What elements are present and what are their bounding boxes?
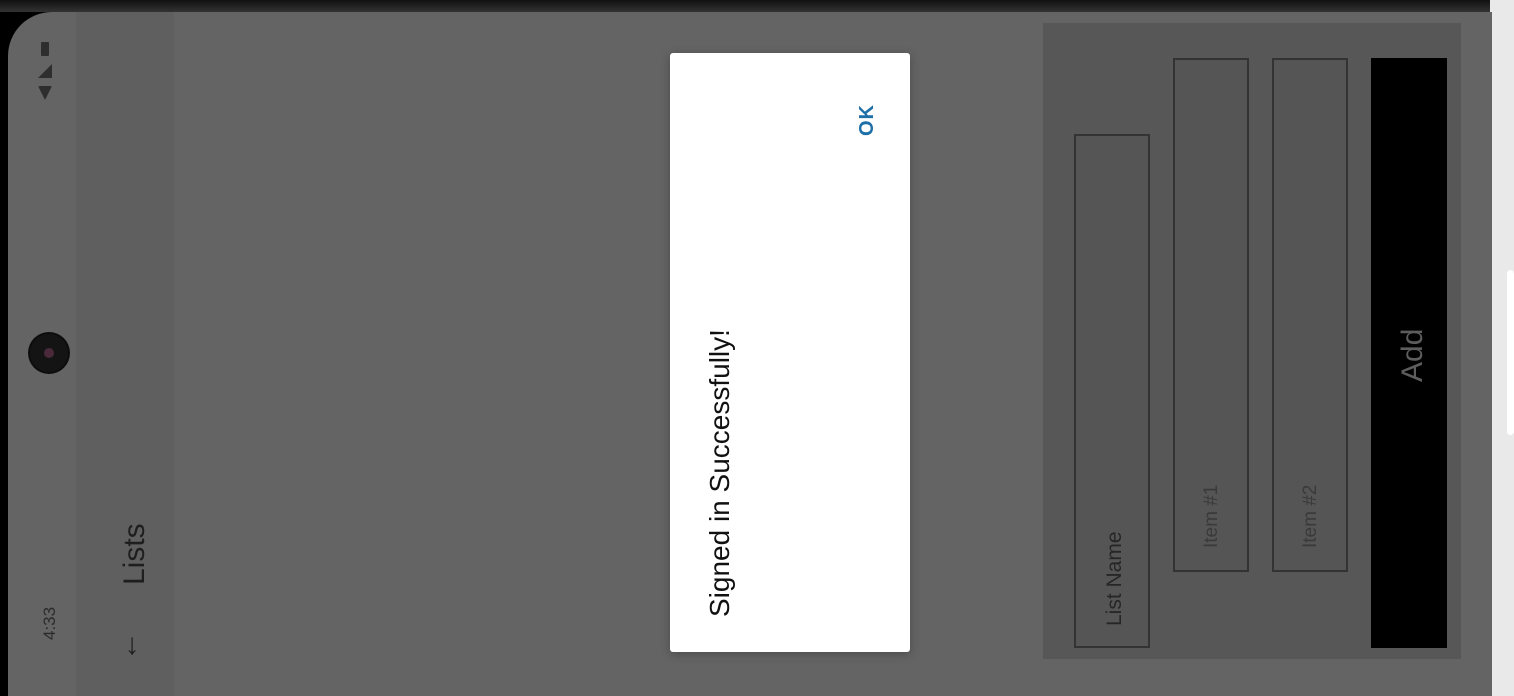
app-bar <box>76 12 174 696</box>
edge-handle[interactable] <box>1507 270 1514 435</box>
camera-cutout <box>30 334 68 372</box>
device-bezel <box>0 0 1514 12</box>
battery-icon <box>41 42 49 56</box>
dialog-message: Signed in Successfully! <box>704 329 735 617</box>
list-name-placeholder: List Name <box>1103 531 1126 626</box>
signal-icon <box>38 64 52 78</box>
item-2-placeholder: Item #2 <box>1300 484 1321 548</box>
page-title: Lists <box>118 523 151 585</box>
status-time: 4:33 <box>40 606 59 640</box>
arrow-back-icon[interactable]: ← <box>108 626 148 666</box>
status-icons <box>38 42 52 100</box>
item-1-placeholder: Item #1 <box>1201 484 1222 548</box>
ok-button[interactable]: OK <box>856 104 879 136</box>
wifi-icon <box>38 86 52 100</box>
add-button-label: Add <box>1396 328 1429 382</box>
